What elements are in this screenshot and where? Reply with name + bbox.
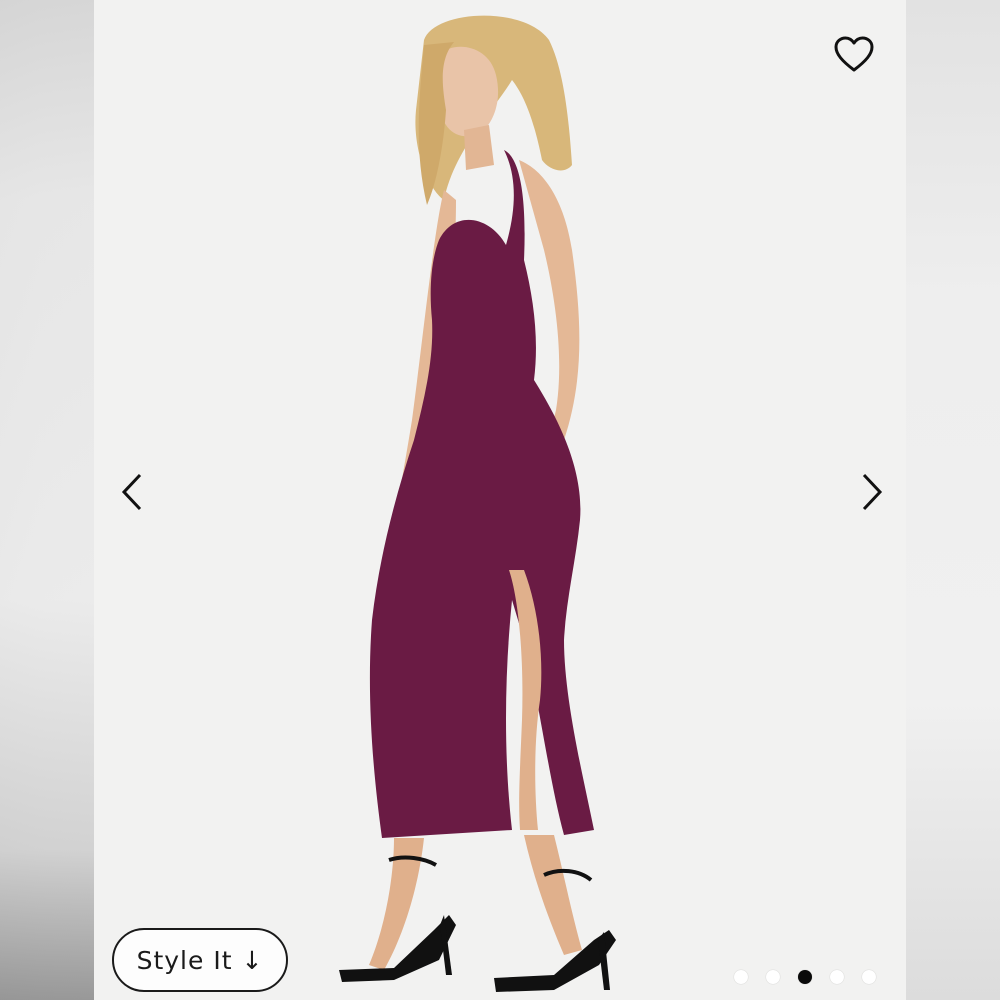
- product-photo: [94, 0, 906, 1000]
- image-viewer: Style It ↓: [0, 0, 1000, 1000]
- carousel-dot[interactable]: [830, 970, 844, 984]
- chevron-right-icon[interactable]: [858, 472, 884, 512]
- chevron-left-icon[interactable]: [120, 472, 146, 512]
- carousel-dot[interactable]: [766, 970, 780, 984]
- blurred-background-right: [906, 0, 1000, 1000]
- product-image-carousel: Style It ↓: [94, 0, 906, 1000]
- carousel-pagination: [734, 970, 876, 984]
- style-it-button[interactable]: Style It ↓: [112, 928, 288, 992]
- carousel-dot[interactable]: [862, 970, 876, 984]
- heart-icon[interactable]: [834, 36, 874, 74]
- blurred-background-left: [0, 0, 94, 1000]
- carousel-dot-active[interactable]: [798, 970, 812, 984]
- carousel-dot[interactable]: [734, 970, 748, 984]
